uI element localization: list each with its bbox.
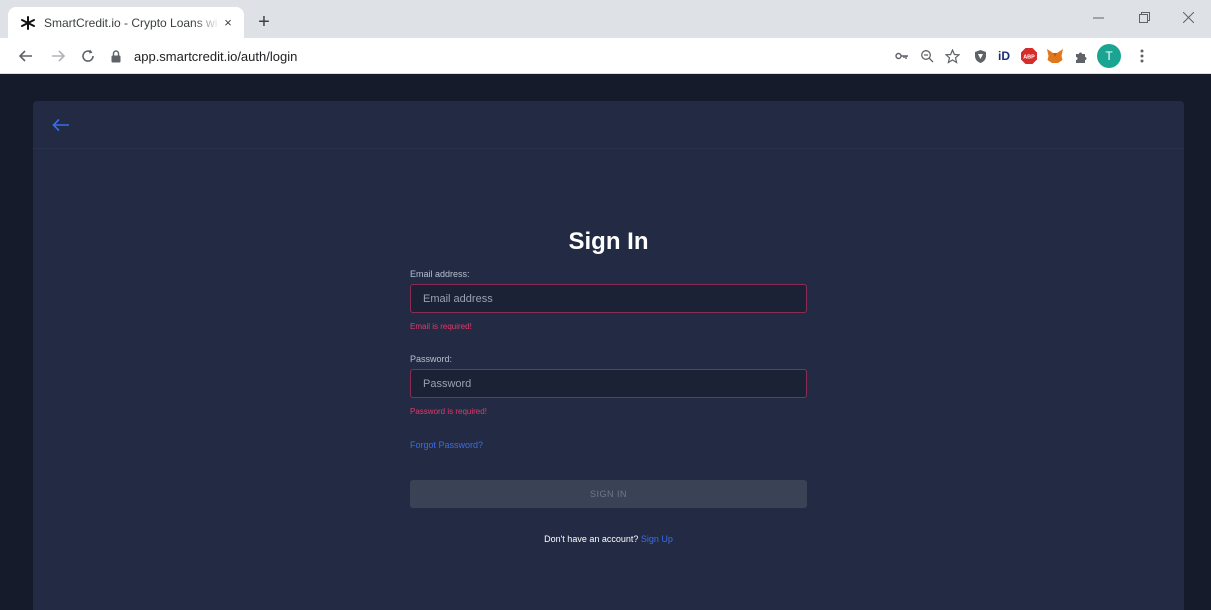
tab-title: SmartCredit.io - Crypto Loans wi xyxy=(44,15,218,30)
email-error: Email is required! xyxy=(410,322,472,331)
back-arrow-page-icon[interactable] xyxy=(49,113,73,137)
page-title: Sign In xyxy=(568,228,649,255)
id-icon[interactable]: iD xyxy=(994,46,1014,66)
browser-tab-bar: SmartCredit.io - Crypto Loans wi × + xyxy=(0,0,1211,38)
lock-icon[interactable] xyxy=(108,48,124,64)
back-arrow-icon[interactable] xyxy=(14,44,38,68)
password-field[interactable] xyxy=(410,369,807,398)
fox-icon[interactable] xyxy=(1045,46,1065,66)
adblock-label: ABP xyxy=(1023,55,1035,61)
no-account-text: Don't have an account? xyxy=(544,534,641,544)
favicon-icon xyxy=(20,15,36,31)
url-text: app.smartcredit.io/auth/login xyxy=(134,48,298,64)
address-bar[interactable]: app.smartcredit.io/auth/login xyxy=(108,43,888,69)
window-close-icon[interactable] xyxy=(1165,0,1211,34)
card-header xyxy=(33,101,1184,149)
reload-icon[interactable] xyxy=(76,44,100,68)
menu-icon[interactable] xyxy=(1132,46,1152,66)
signin-card: Sign In Email address: Email is required… xyxy=(33,101,1184,610)
browser-tab[interactable]: SmartCredit.io - Crypto Loans wi × xyxy=(8,7,244,38)
forgot-password-link[interactable]: Forgot Password? xyxy=(410,440,483,450)
shield-icon[interactable] xyxy=(970,46,990,66)
email-field[interactable] xyxy=(410,284,807,313)
minimize-icon[interactable] xyxy=(1075,0,1121,34)
email-label: Email address: xyxy=(410,269,470,279)
zoom-icon[interactable] xyxy=(917,46,937,66)
avatar[interactable]: T xyxy=(1097,44,1121,68)
browser-toolbar: app.smartcredit.io/auth/login iD ABP T xyxy=(0,38,1211,74)
password-label: Password: xyxy=(410,354,453,364)
signup-link[interactable]: Sign Up xyxy=(641,534,673,544)
forward-arrow-icon[interactable] xyxy=(46,44,70,68)
key-icon[interactable] xyxy=(892,46,912,66)
page-background: Sign In Email address: Email is required… xyxy=(0,74,1211,610)
plus-icon[interactable]: + xyxy=(252,10,276,34)
star-icon[interactable] xyxy=(942,46,962,66)
signup-row: Don't have an account? Sign Up xyxy=(33,534,1184,544)
maximize-icon[interactable] xyxy=(1121,0,1167,34)
puzzle-icon[interactable] xyxy=(1071,46,1091,66)
close-icon[interactable]: × xyxy=(220,15,236,31)
signin-button[interactable]: SIGN IN xyxy=(410,480,807,508)
adblock-icon[interactable]: ABP xyxy=(1019,46,1039,66)
password-error: Password is required! xyxy=(410,407,487,416)
